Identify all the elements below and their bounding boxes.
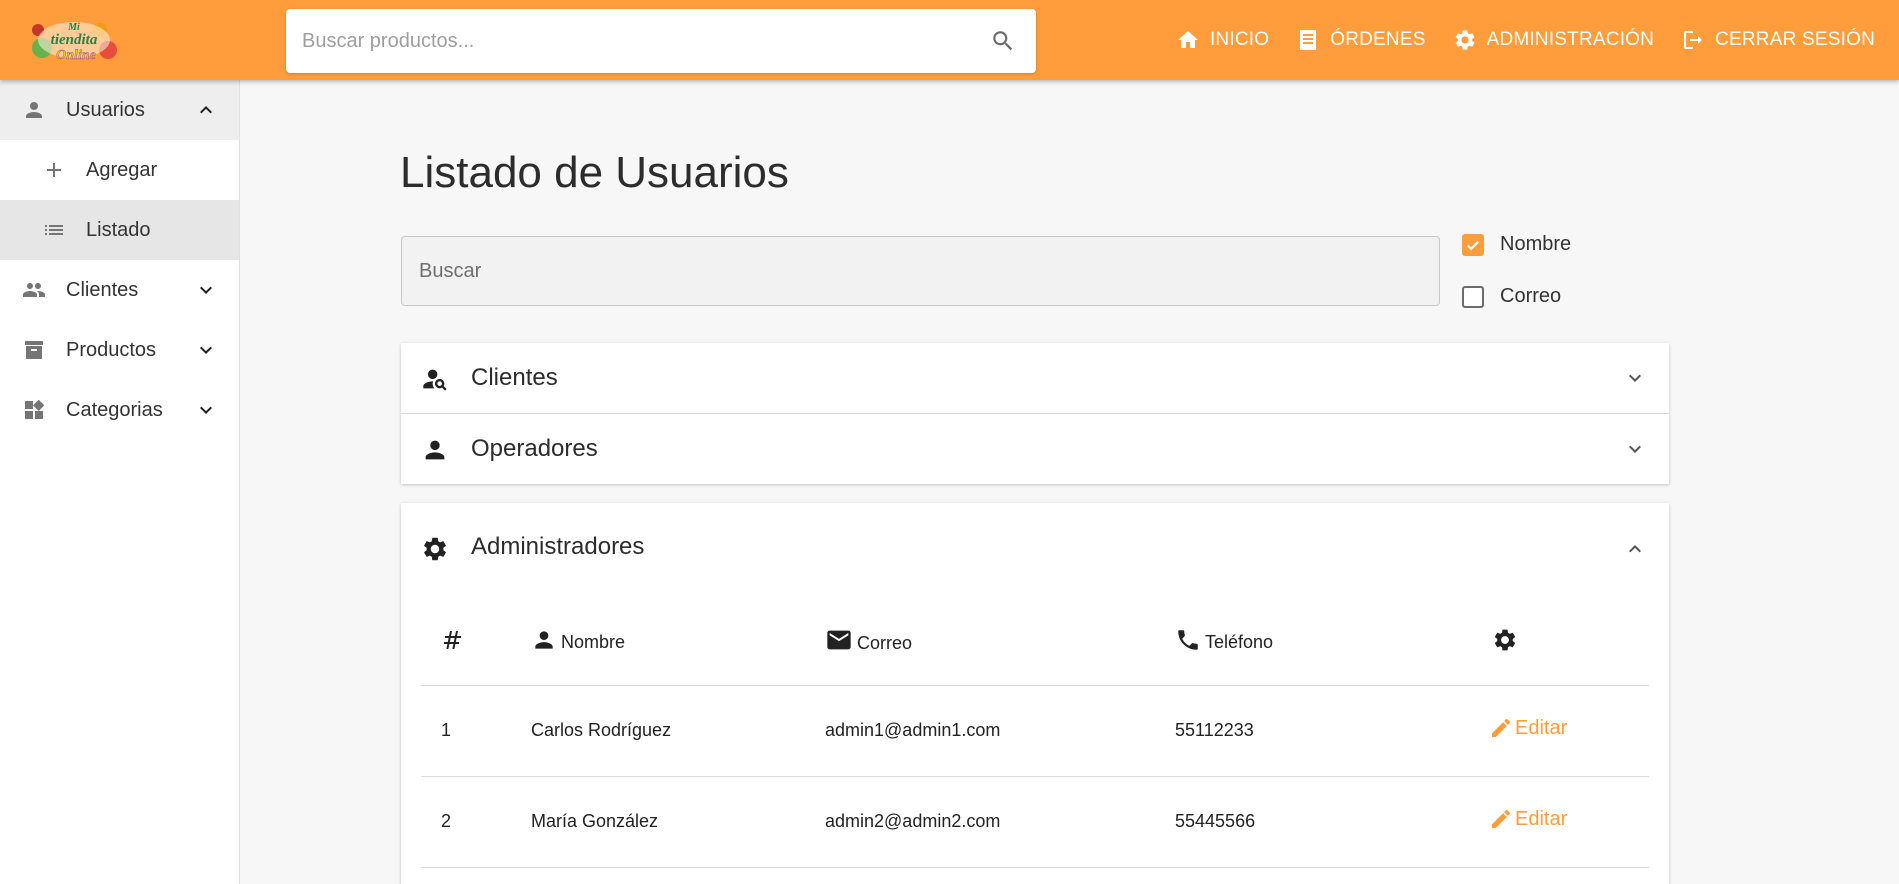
nav-ordenes[interactable]: ÓRDENES (1296, 28, 1425, 52)
cell-actions: Editar (1465, 776, 1649, 868)
product-search-box (286, 9, 1036, 73)
col-header-label: Teléfono (1205, 631, 1274, 652)
checkbox-checked-icon[interactable] (1462, 233, 1484, 256)
chevron-down-icon (1623, 366, 1647, 390)
cell-telefono: 55445566 (1175, 776, 1465, 868)
col-header-nombre: Nombre (531, 595, 825, 686)
sidebar-subitem-listado[interactable]: Listado (0, 200, 239, 260)
person-search-icon (421, 365, 449, 393)
table-header-row: Nombre Correo Teléfono (421, 595, 1649, 686)
user-search-input[interactable] (402, 237, 1439, 305)
home-icon (1176, 28, 1210, 52)
accordion-label: Administradores (471, 533, 645, 560)
nav-ordenes-label: ÓRDENES (1330, 29, 1426, 50)
product-search-input[interactable] (286, 9, 946, 73)
svg-text:Online: Online (56, 48, 96, 63)
person-icon (421, 436, 449, 464)
col-header-telefono: Teléfono (1175, 595, 1465, 686)
logo[interactable]: Mi tiendita Online (24, 12, 124, 68)
archive-icon (22, 338, 46, 362)
checkbox-nombre[interactable]: Nombre (1462, 233, 1571, 256)
plus-icon (42, 158, 66, 182)
col-header-correo: Correo (825, 595, 1175, 686)
sidebar-subitem-label: Listado (86, 218, 151, 241)
checkbox-label: Correo (1500, 285, 1562, 307)
gear-icon (1453, 28, 1487, 52)
gear-icon (421, 535, 449, 563)
nav-cerrar-sesion[interactable]: CERRAR SESIÓN (1681, 28, 1875, 52)
gear-icon (1492, 627, 1522, 653)
people-icon (22, 278, 46, 302)
chevron-up-icon (1623, 537, 1647, 561)
receipt-icon (1296, 28, 1330, 52)
admin-table: Nombre Correo Teléfono 1 Carlos Rodrígue… (421, 595, 1649, 868)
nav-inicio[interactable]: INICIO (1176, 28, 1269, 52)
table-row: 1 Carlos Rodríguez admin1@admin1.com 551… (421, 685, 1649, 777)
accordion-clientes[interactable]: Clientes (401, 343, 1669, 413)
mail-icon (825, 626, 857, 654)
accordion-label: Clientes (471, 364, 558, 391)
cell-id: 1 (421, 685, 531, 777)
sidebar-subitem-agregar[interactable]: Agregar (0, 140, 239, 200)
chevron-down-icon (194, 278, 218, 302)
cell-actions: Editar (1465, 685, 1649, 777)
chevron-down-icon (194, 398, 218, 422)
widgets-icon (22, 398, 46, 422)
cell-correo: admin1@admin1.com (825, 685, 1175, 777)
col-header-label: Correo (857, 632, 913, 653)
checkbox-correo[interactable]: Correo (1462, 285, 1561, 308)
sidebar-item-categorias[interactable]: Categorias (0, 380, 239, 440)
phone-icon (1175, 627, 1205, 653)
nav-administracion[interactable]: ADMINISTRACIÓN (1453, 28, 1654, 52)
checkbox-unchecked-icon[interactable] (1462, 285, 1484, 308)
col-header-label: Nombre (561, 631, 626, 652)
hash-icon (441, 628, 469, 652)
edit-button[interactable]: Editar (1489, 716, 1567, 740)
chevron-down-icon (194, 338, 218, 362)
accordion-operadores[interactable]: Operadores (401, 414, 1669, 484)
sidebar: Usuarios Agregar Listado Clientes Produc… (0, 80, 240, 884)
sidebar-item-label: Productos (66, 338, 157, 361)
edit-label: Editar (1515, 807, 1568, 830)
sidebar-subitem-label: Agregar (86, 158, 158, 181)
sidebar-item-productos[interactable]: Productos (0, 320, 239, 380)
sidebar-item-clientes[interactable]: Clientes (0, 260, 239, 320)
logout-icon (1681, 28, 1715, 52)
edit-button[interactable]: Editar (1489, 807, 1567, 831)
chevron-down-icon (1623, 437, 1647, 461)
accordion-group: Clientes Operadores (401, 343, 1669, 484)
sidebar-item-label: Usuarios (66, 98, 145, 121)
top-nav: INICIO ÓRDENES ADMINISTRACIÓN CERRAR SES… (1149, 0, 1875, 80)
page-title: Listado de Usuarios (400, 148, 789, 197)
search-icon[interactable] (990, 28, 1016, 54)
svg-text:tiendita: tiendita (51, 32, 98, 48)
sidebar-item-label: Categorias (66, 398, 163, 421)
user-filter-box (401, 236, 1440, 306)
nav-cerrar-sesion-label: CERRAR SESIÓN (1715, 29, 1875, 50)
sidebar-item-usuarios[interactable]: Usuarios (0, 80, 239, 140)
cell-nombre: Carlos Rodríguez (531, 685, 825, 777)
accordion-label: Operadores (471, 435, 598, 462)
cell-telefono: 55112233 (1175, 685, 1465, 777)
nav-administracion-label: ADMINISTRACIÓN (1486, 29, 1655, 50)
cell-id: 2 (421, 776, 531, 868)
pencil-icon (1489, 716, 1515, 740)
pencil-icon (1489, 807, 1515, 831)
col-header-actions (1465, 595, 1649, 686)
table-row: 2 María González admin2@admin2.com 55445… (421, 776, 1649, 868)
accordion-administradores-header[interactable]: Administradores (401, 503, 1669, 595)
col-header-id (421, 595, 531, 686)
person-icon (22, 98, 46, 122)
chevron-up-icon (194, 98, 218, 122)
edit-label: Editar (1515, 716, 1568, 739)
accordion-administradores: Administradores Nombre Correo Teléfono 1… (401, 503, 1669, 884)
checkbox-label: Nombre (1500, 233, 1572, 255)
cell-correo: admin2@admin2.com (825, 776, 1175, 868)
app-bar: Mi tiendita Online INICIO ÓRDENES ADMINI… (0, 0, 1899, 80)
person-icon (531, 627, 561, 653)
cell-nombre: María González (531, 776, 825, 868)
nav-inicio-label: INICIO (1209, 29, 1270, 50)
sidebar-item-label: Clientes (66, 278, 139, 301)
list-icon (42, 218, 66, 242)
